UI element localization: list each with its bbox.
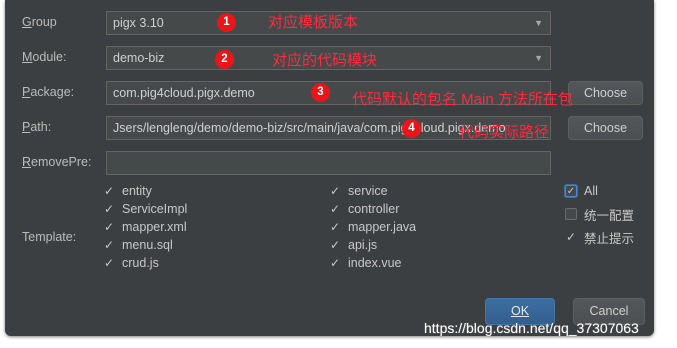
removepre-input[interactable] xyxy=(106,151,551,175)
annotation-badge-1: 1 xyxy=(217,13,236,32)
empty-checkbox-icon xyxy=(565,208,577,220)
checkbox-entity[interactable]: ✓ entity xyxy=(103,183,152,199)
checkbox-mapper-java[interactable]: ✓ mapper.java xyxy=(329,219,416,235)
path-label: Path: xyxy=(22,120,52,134)
group-label: Group xyxy=(22,15,57,29)
annotation-badge-3: 3 xyxy=(311,83,330,102)
check-icon: ✓ xyxy=(329,202,341,216)
check-icon: ✓ xyxy=(329,220,341,234)
check-icon: ✓ xyxy=(103,256,115,270)
checkbox-controller[interactable]: ✓ controller xyxy=(329,201,399,217)
checkbox-serviceimpl[interactable]: ✓ ServiceImpl xyxy=(103,201,187,217)
group-value: pigx 3.10 xyxy=(113,16,164,30)
annotation-text-3: 代码默认的包名 Main 方法所在包 xyxy=(352,91,573,108)
checkbox-menu-sql[interactable]: ✓ menu.sql xyxy=(103,237,173,253)
dropdown-arrow-icon: ▼ xyxy=(534,18,543,28)
annotation-badge-2: 2 xyxy=(215,50,234,69)
check-icon: ✓ xyxy=(103,238,115,252)
check-icon: ✓ xyxy=(329,238,341,252)
annotation-text-4: 代码实际路径 xyxy=(459,124,550,141)
check-icon: ✓ xyxy=(565,230,577,244)
check-icon: ✓ xyxy=(329,256,341,270)
checkbox-disable-prompt[interactable]: ✓ 禁止提示 xyxy=(565,229,634,246)
checkbox-unified-config[interactable]: 统一配置 xyxy=(565,206,634,223)
annotation-text-1: 对应模板版本 xyxy=(268,14,359,31)
module-label: Module: xyxy=(22,50,67,64)
checkbox-index-vue[interactable]: ✓ index.vue xyxy=(329,255,402,271)
dropdown-arrow-icon: ▼ xyxy=(534,53,543,63)
checkbox-api-js[interactable]: ✓ api.js xyxy=(329,237,377,253)
checkbox-all[interactable]: ✓ All xyxy=(565,183,598,199)
path-choose-button[interactable]: Choose xyxy=(568,116,643,140)
check-icon: ✓ xyxy=(565,185,577,197)
package-choose-button[interactable]: Choose xyxy=(568,81,643,105)
checkbox-crud-js[interactable]: ✓ crud.js xyxy=(103,255,159,271)
check-icon: ✓ xyxy=(103,220,115,234)
annotation-badge-4: 4 xyxy=(402,119,421,138)
package-label: Package: xyxy=(22,85,75,99)
module-value: demo-biz xyxy=(113,51,165,65)
check-icon: ✓ xyxy=(103,184,115,198)
checkbox-mapper-xml[interactable]: ✓ mapper.xml xyxy=(103,219,187,235)
path-value: Jsers/lengleng/demo/demo-biz/src/main/ja… xyxy=(113,121,506,135)
package-value: com.pig4cloud.pigx.demo xyxy=(113,86,255,100)
removepre-label: RemovePre: xyxy=(22,155,92,169)
annotation-text-2: 对应的代码模块 xyxy=(272,52,378,69)
check-icon: ✓ xyxy=(103,202,115,216)
check-icon: ✓ xyxy=(329,184,341,198)
watermark: https://blog.csdn.net/qq_37307063 xyxy=(424,320,639,336)
checkbox-service[interactable]: ✓ service xyxy=(329,183,388,199)
template-label: Template: xyxy=(22,230,77,244)
